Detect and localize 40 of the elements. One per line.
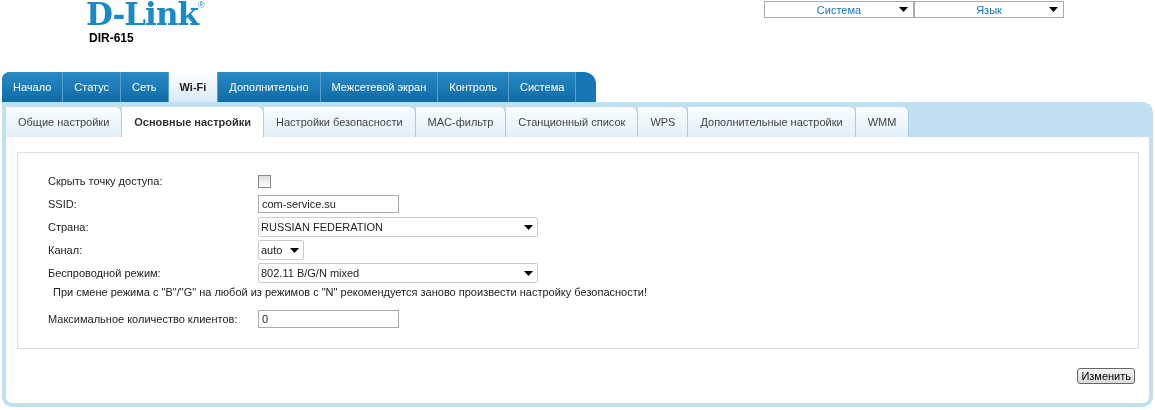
menu-dropdown[interactable]: Система (764, 1, 914, 18)
sub-tab[interactable]: Настройки безопасности (264, 107, 416, 137)
main-tab[interactable]: Контроль (438, 72, 509, 102)
main-tab[interactable]: Дополнительно (218, 72, 321, 102)
caret-icon (899, 7, 908, 12)
checkbox[interactable] (258, 174, 271, 188)
sub-tab[interactable]: Основные настройки (122, 107, 265, 137)
field-label: Страна: (48, 221, 90, 233)
dropdown[interactable]: RUSSIAN FEDERATION (258, 217, 538, 237)
sub-tab[interactable]: Станционный список (506, 107, 639, 137)
main-tab[interactable]: Сеть (121, 72, 169, 102)
main-tab[interactable]: Система (509, 72, 577, 102)
warning-text: При смене режима с "B"/"G" на любой из режимов с "N" рекомендуется заново произвести настройку безопасности! (53, 286, 647, 298)
caret-icon (524, 224, 533, 230)
menu-dropdown[interactable]: Язык (914, 1, 1064, 18)
field-label: Максимальное количество клиентов: (48, 313, 239, 325)
sub-tab[interactable]: WMM (855, 107, 910, 137)
main-tab[interactable]: Статус (63, 72, 122, 102)
dropdown[interactable]: 802.11 B/G/N mixed (258, 263, 538, 283)
field-label: Канал: (48, 244, 84, 256)
apply-button[interactable]: Изменить (1077, 368, 1135, 384)
field-label: SSID: (48, 198, 78, 210)
caret-icon (1049, 7, 1058, 12)
registered-mark: ® (197, 0, 205, 10)
field-label: Беспроводной режим: (48, 267, 162, 279)
sub-tab[interactable]: MAC-фильтр (415, 107, 507, 137)
input-field[interactable]: com-service.su (258, 195, 399, 213)
main-tab[interactable]: Wi-Fi (168, 72, 219, 102)
sub-tab[interactable]: WPS (638, 107, 689, 137)
sub-tab[interactable]: Общие настройки (6, 107, 123, 137)
logo: D-Link (86, 0, 198, 28)
caret-icon (290, 247, 300, 253)
sub-tab[interactable]: Дополнительные настройки (688, 107, 856, 137)
caret-icon (524, 270, 533, 276)
dropdown[interactable]: auto (258, 240, 305, 260)
input-field[interactable]: 0 (258, 310, 399, 328)
field-label: Скрыть точку доступа: (48, 175, 164, 187)
main-tab[interactable]: Межсетевой экран (320, 72, 439, 102)
model-name: DIR-615 (89, 31, 135, 45)
main-tab[interactable]: Начало (2, 72, 64, 102)
